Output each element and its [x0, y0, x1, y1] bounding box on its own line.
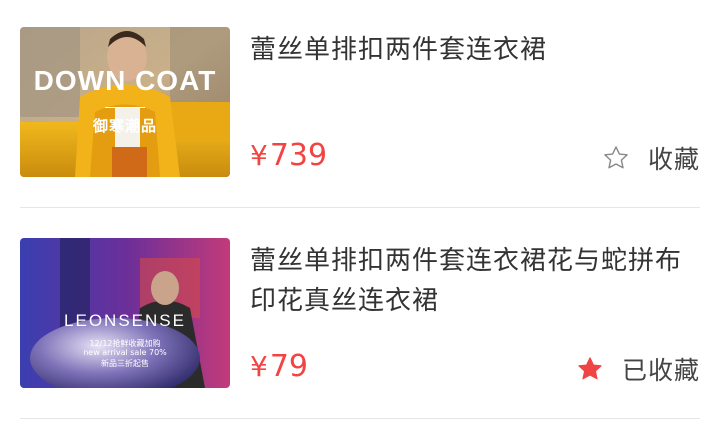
favorite-label: 收藏 [647, 145, 700, 174]
image-subline: 御寒潮品 [92, 117, 157, 135]
product-title[interactable]: 蕾丝单排扣两件套连衣裙花与蛇拼布印花真丝连衣裙 [250, 241, 700, 321]
price-value: 79 [269, 349, 309, 384]
favorite-label: 已收藏 [621, 356, 700, 385]
favorite-button[interactable]: 已收藏 [576, 351, 700, 387]
image-line2: new arrival sale 70% [83, 348, 167, 357]
currency-symbol: ¥ [250, 350, 268, 383]
image-brand: LEONSENSE [64, 311, 186, 330]
product-item[interactable]: LEONSENSE 12/12抢鲜收藏加购 new arrival sale 7… [0, 211, 720, 422]
currency-symbol: ¥ [250, 139, 268, 172]
product-image-down-coat [20, 27, 230, 177]
divider [20, 207, 700, 208]
star-outline-icon [604, 146, 628, 169]
product-title[interactable]: 蕾丝单排扣两件套连衣裙 [250, 30, 700, 70]
product-list: DOWN COAT 御寒潮品 蕾丝单排扣两件套连衣裙 ¥739 收藏 LEONS… [0, 0, 720, 422]
product-price: ¥739 [250, 138, 327, 173]
divider [20, 418, 700, 419]
product-price: ¥79 [250, 349, 308, 384]
image-divider [105, 107, 145, 108]
image-headline: DOWN COAT [33, 65, 217, 96]
image-line3: 新品三折起售 [101, 359, 149, 368]
star-filled-icon [578, 357, 602, 380]
favorite-button[interactable]: 收藏 [602, 140, 700, 176]
product-image[interactable]: DOWN COAT 御寒潮品 [20, 27, 230, 177]
product-image[interactable]: LEONSENSE 12/12抢鲜收藏加购 new arrival sale 7… [20, 238, 230, 388]
price-value: 739 [269, 138, 328, 173]
product-item[interactable]: DOWN COAT 御寒潮品 蕾丝单排扣两件套连衣裙 ¥739 收藏 [0, 0, 720, 211]
